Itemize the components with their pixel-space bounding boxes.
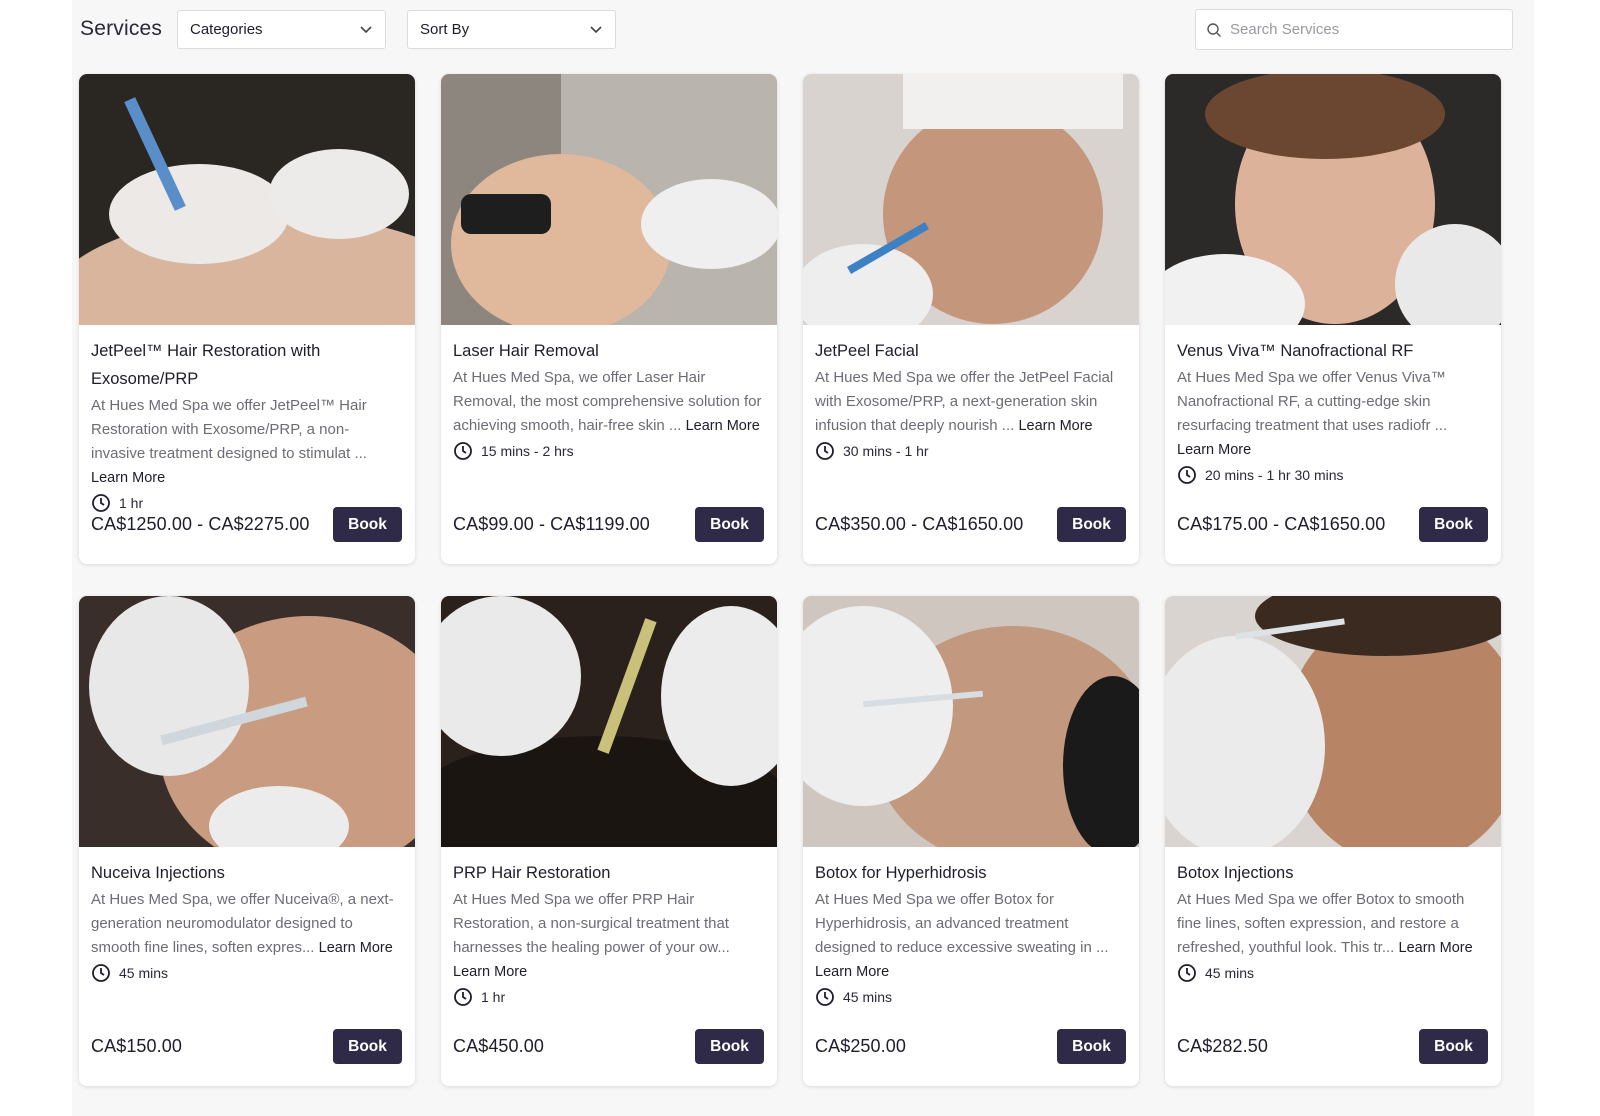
page-title: Services	[80, 17, 163, 40]
service-description: At Hues Med Spa, we offer Laser Hair Rem…	[453, 369, 762, 434]
toolbar: Services Categories Sort By	[72, 0, 1534, 62]
service-duration: 45 mins	[1177, 963, 1488, 983]
book-button[interactable]: Book	[1419, 507, 1488, 542]
service-image[interactable]	[803, 74, 1139, 325]
clock-icon	[454, 442, 472, 460]
search-input[interactable]	[1230, 21, 1490, 38]
service-image[interactable]	[79, 596, 415, 847]
learn-more-link[interactable]: Learn More	[1018, 418, 1092, 434]
book-button[interactable]: Book	[695, 1029, 764, 1064]
sort-by-dropdown[interactable]: Sort By	[407, 10, 616, 49]
sort-by-label: Sort By	[420, 21, 470, 38]
service-card: PRP Hair Restoration At Hues Med Spa we …	[441, 596, 777, 1086]
service-card: JetPeel™ Hair Restoration with Exosome/P…	[79, 74, 415, 564]
service-title: PRP Hair Restoration	[453, 864, 611, 882]
service-title: JetPeel™ Hair Restoration with Exosome/P…	[91, 342, 321, 388]
service-description: At Hues Med Spa we offer Venus Viva™ Nan…	[1177, 369, 1448, 458]
service-price: CA$175.00 - CA$1650.00	[1177, 514, 1386, 534]
service-card: Venus Viva™ Nanofractional RF At Hues Me…	[1165, 74, 1501, 564]
service-description: At Hues Med Spa we offer PRP Hair Restor…	[453, 891, 730, 980]
service-image[interactable]	[441, 74, 777, 325]
service-price: CA$150.00	[91, 1036, 182, 1056]
book-button[interactable]: Book	[333, 1029, 402, 1064]
clock-icon	[816, 988, 834, 1006]
service-card: Nuceiva Injections At Hues Med Spa, we o…	[79, 596, 415, 1086]
service-description: At Hues Med Spa we offer Botox to smooth…	[1177, 891, 1473, 956]
clock-icon	[92, 494, 110, 512]
service-duration: 45 mins	[815, 987, 1126, 1007]
services-page: Services Categories Sort By Search Servi…	[72, 0, 1534, 1116]
chevron-down-icon	[590, 26, 602, 34]
service-price: CA$250.00	[815, 1036, 906, 1056]
service-title: Nuceiva Injections	[91, 864, 225, 882]
clock-icon	[1178, 964, 1196, 982]
chevron-down-icon	[360, 26, 372, 34]
service-description: At Hues Med Spa we offer JetPeel™ Hair R…	[91, 397, 367, 486]
service-title: Botox for Hyperhidrosis	[815, 864, 987, 882]
service-image[interactable]	[1165, 596, 1501, 847]
service-image[interactable]	[803, 596, 1139, 847]
categories-label: Categories	[190, 21, 263, 38]
book-button[interactable]: Book	[1057, 507, 1126, 542]
search-icon	[1207, 22, 1221, 37]
service-title: JetPeel Facial	[815, 342, 919, 360]
learn-more-link[interactable]: Learn More	[1177, 442, 1251, 458]
service-duration: 1 hr	[453, 987, 764, 1007]
clock-icon	[1178, 466, 1196, 484]
book-button[interactable]: Book	[1419, 1029, 1488, 1064]
book-button[interactable]: Book	[695, 507, 764, 542]
service-duration: 30 mins - 1 hr	[815, 441, 1126, 461]
service-price: CA$282.50	[1177, 1036, 1268, 1056]
service-image[interactable]	[1165, 74, 1501, 325]
learn-more-link[interactable]: Learn More	[686, 418, 760, 434]
service-title: Botox Injections	[1177, 864, 1294, 882]
service-card: JetPeel Facial At Hues Med Spa we offer …	[803, 74, 1139, 564]
service-image[interactable]	[441, 596, 777, 847]
service-price: CA$350.00 - CA$1650.00	[815, 514, 1024, 534]
search-box[interactable]	[1195, 9, 1513, 50]
service-card: Botox Injections At Hues Med Spa we offe…	[1165, 596, 1501, 1086]
service-price: CA$1250.00 - CA$2275.00	[91, 514, 310, 534]
service-duration: 45 mins	[91, 963, 402, 983]
clock-icon	[454, 988, 472, 1006]
book-button[interactable]: Book	[333, 507, 402, 542]
services-grid: JetPeel™ Hair Restoration with Exosome/P…	[79, 74, 1501, 1086]
service-description: At Hues Med Spa, we offer Nuceiva®, a ne…	[91, 891, 394, 956]
service-description: At Hues Med Spa we offer Botox for Hyper…	[815, 891, 1109, 980]
learn-more-link[interactable]: Learn More	[1399, 940, 1473, 956]
categories-dropdown[interactable]: Categories	[177, 10, 386, 49]
service-card: Botox for Hyperhidrosis At Hues Med Spa …	[803, 596, 1139, 1086]
learn-more-link[interactable]: Learn More	[453, 964, 527, 980]
learn-more-link[interactable]: Learn More	[319, 940, 393, 956]
service-card: Laser Hair Removal At Hues Med Spa, we o…	[441, 74, 777, 564]
service-price: CA$450.00	[453, 1036, 544, 1056]
book-button[interactable]: Book	[1057, 1029, 1126, 1064]
clock-icon	[816, 442, 834, 460]
service-title: Laser Hair Removal	[453, 342, 599, 360]
service-title: Venus Viva™ Nanofractional RF	[1177, 342, 1414, 360]
service-duration: 15 mins - 2 hrs	[453, 441, 764, 461]
learn-more-link[interactable]: Learn More	[91, 470, 165, 486]
service-description: At Hues Med Spa we offer the JetPeel Fac…	[815, 369, 1114, 434]
service-duration: 20 mins - 1 hr 30 mins	[1177, 465, 1488, 485]
service-price: CA$99.00 - CA$1199.00	[453, 514, 650, 534]
learn-more-link[interactable]: Learn More	[815, 964, 889, 980]
clock-icon	[92, 964, 110, 982]
service-image[interactable]	[79, 74, 415, 325]
